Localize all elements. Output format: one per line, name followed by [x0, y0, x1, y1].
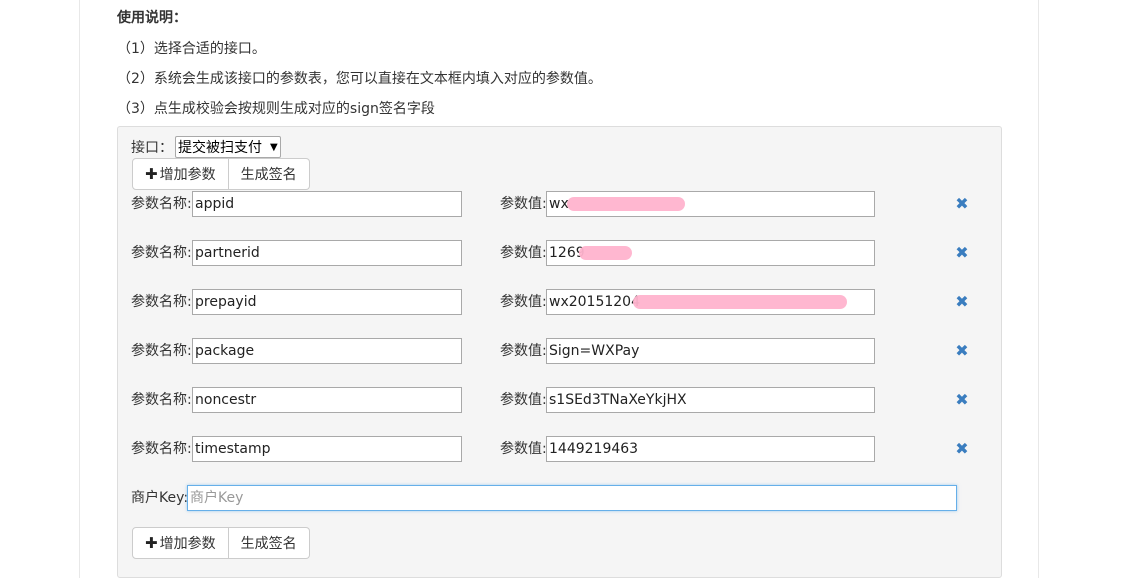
generate-sign-label: 生成签名 [240, 167, 297, 183]
param-name-label: 参数名称: [131, 343, 192, 359]
interface-row: 接口： 提交被扫支付 ▼ [131, 136, 281, 158]
add-param-label: 增加参数 [159, 167, 216, 183]
param-value-label: 参数值: [500, 196, 547, 212]
usage-title: 使用说明： [117, 10, 187, 26]
param-name-input[interactable]: prepayid [192, 289, 462, 315]
param-name-input[interactable]: partnerid [192, 240, 462, 266]
merchant-key-input[interactable]: 商户Key [187, 485, 957, 511]
remove-icon[interactable]: ✖ [955, 441, 969, 457]
plus-icon: ✚ [145, 165, 158, 183]
param-name-label: 参数名称: [131, 294, 192, 310]
redaction-mark [633, 295, 847, 309]
merchant-key-row: 商户Key: 商户Key [0, 485, 1135, 511]
param-value-input[interactable]: s1SEd3TNaXeYkjHX [546, 387, 875, 413]
param-row: 参数名称: partnerid 参数值: 1269 ✖ [0, 240, 1135, 266]
param-name-label: 参数名称: [131, 196, 192, 212]
generate-sign-button[interactable]: 生成签名 [228, 158, 310, 190]
param-value-input[interactable]: Sign=WXPay [546, 338, 875, 364]
redaction-mark [567, 197, 685, 211]
param-value-label: 参数值: [500, 294, 547, 310]
remove-icon[interactable]: ✖ [955, 343, 969, 359]
param-value-text: wx [549, 196, 569, 212]
param-row: 参数名称: timestamp 参数值: 1449219463 ✖ [0, 436, 1135, 462]
param-name-input[interactable]: noncestr [192, 387, 462, 413]
plus-icon: ✚ [145, 534, 158, 552]
remove-icon[interactable]: ✖ [955, 294, 969, 310]
add-param-button[interactable]: ✚ 增加参数 [132, 158, 229, 190]
usage-line-3: （3）点生成校验会按规则生成对应的sign签名字段 [117, 101, 435, 117]
param-value-input[interactable]: 1449219463 [546, 436, 875, 462]
param-value-label: 参数值: [500, 392, 547, 408]
param-name-input[interactable]: appid [192, 191, 462, 217]
usage-line-1: （1）选择合适的接口。 [117, 41, 266, 57]
param-value-label: 参数值: [500, 441, 547, 457]
remove-icon[interactable]: ✖ [955, 392, 969, 408]
param-value-input[interactable]: 1269 [546, 240, 875, 266]
param-row: 参数名称: noncestr 参数值: s1SEd3TNaXeYkjHX ✖ [0, 387, 1135, 413]
interface-select[interactable]: 提交被扫支付 ▼ [175, 136, 281, 158]
param-name-label: 参数名称: [131, 245, 192, 261]
bottom-button-group: ✚ 增加参数 生成签名 [132, 527, 310, 559]
param-row: 参数名称: appid 参数值: wx ✖ [0, 191, 1135, 217]
redaction-mark [579, 246, 632, 260]
param-row: 参数名称: package 参数值: Sign=WXPay ✖ [0, 338, 1135, 364]
generate-sign-button[interactable]: 生成签名 [228, 527, 310, 559]
add-param-label: 增加参数 [159, 536, 216, 552]
add-param-button[interactable]: ✚ 增加参数 [132, 527, 229, 559]
param-value-input[interactable]: wx20151204 [546, 289, 875, 315]
caret-down-icon: ▼ [270, 141, 278, 153]
param-value-text: wx20151204 [549, 294, 640, 310]
param-name-label: 参数名称: [131, 392, 192, 408]
generate-sign-label: 生成签名 [240, 536, 297, 552]
param-value-input[interactable]: wx [546, 191, 875, 217]
param-value-label: 参数值: [500, 245, 547, 261]
top-button-group: ✚ 增加参数 生成签名 [132, 158, 310, 190]
interface-selected-value: 提交被扫支付 [178, 140, 262, 156]
remove-icon[interactable]: ✖ [955, 196, 969, 212]
remove-icon[interactable]: ✖ [955, 245, 969, 261]
param-name-label: 参数名称: [131, 441, 192, 457]
interface-label: 接口： [131, 140, 173, 156]
param-row: 参数名称: prepayid 参数值: wx20151204 ✖ [0, 289, 1135, 315]
param-name-input[interactable]: timestamp [192, 436, 462, 462]
param-name-input[interactable]: package [192, 338, 462, 364]
param-value-label: 参数值: [500, 343, 547, 359]
usage-line-2: （2）系统会生成该接口的参数表，您可以直接在文本框内填入对应的参数值。 [117, 71, 602, 87]
merchant-key-label: 商户Key: [131, 490, 189, 506]
